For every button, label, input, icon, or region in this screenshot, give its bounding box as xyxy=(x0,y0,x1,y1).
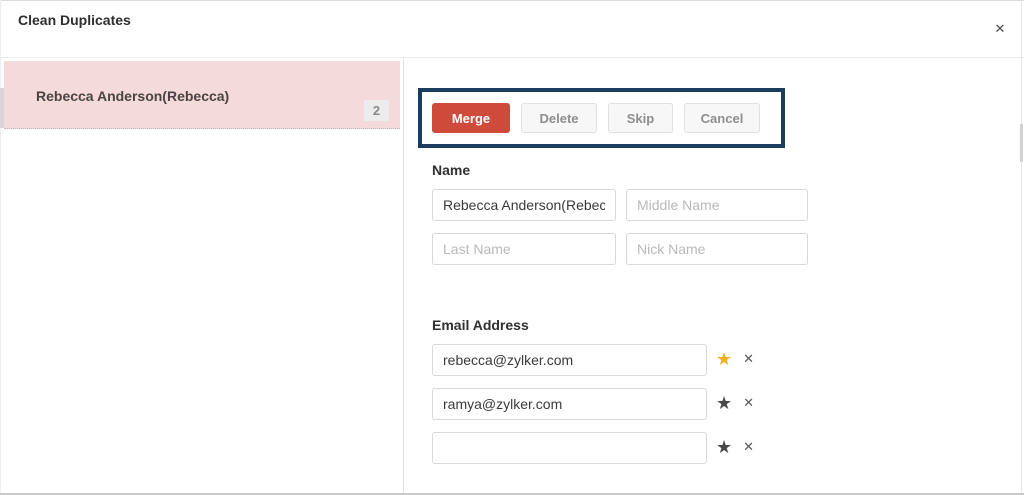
dialog-left-border xyxy=(0,0,1,493)
right-scrollbar-thumb[interactable] xyxy=(1020,124,1023,162)
duplicate-count-badge: 2 xyxy=(364,100,389,121)
left-scrollbar-thumb[interactable] xyxy=(0,88,4,128)
email-input[interactable] xyxy=(432,432,707,464)
dialog-right-border xyxy=(1021,0,1022,493)
email-section-label: Email Address xyxy=(432,317,529,333)
clean-duplicates-dialog: Clean Duplicates ✕ Rebecca Anderson(Rebe… xyxy=(0,0,1024,495)
email-input[interactable] xyxy=(432,344,707,376)
cancel-button[interactable]: Cancel xyxy=(684,103,760,133)
remove-email-icon[interactable]: ✕ xyxy=(743,432,754,464)
panel-divider xyxy=(403,58,404,493)
close-icon[interactable]: ✕ xyxy=(988,18,1012,42)
dialog-top-border xyxy=(0,0,1024,1)
name-section-label: Name xyxy=(432,162,470,178)
page-title: Clean Duplicates xyxy=(18,12,131,28)
header-divider xyxy=(0,57,1024,58)
email-row: ★ ✕ xyxy=(432,432,754,464)
email-row: ★ ✕ xyxy=(432,344,754,376)
primary-email-star-icon[interactable]: ★ xyxy=(716,344,732,376)
primary-email-star-icon[interactable]: ★ xyxy=(716,432,732,464)
email-input[interactable] xyxy=(432,388,707,420)
action-buttons-highlight: Merge Delete Skip Cancel xyxy=(418,88,785,148)
middle-name-input[interactable] xyxy=(626,189,808,221)
delete-button[interactable]: Delete xyxy=(521,103,597,133)
remove-email-icon[interactable]: ✕ xyxy=(743,388,754,420)
duplicate-list-item[interactable]: Rebecca Anderson(Rebecca) 2 xyxy=(4,61,400,129)
skip-button[interactable]: Skip xyxy=(608,103,673,133)
first-name-input[interactable] xyxy=(432,189,616,221)
nick-name-input[interactable] xyxy=(626,233,808,265)
email-row: ★ ✕ xyxy=(432,388,754,420)
last-name-input[interactable] xyxy=(432,233,616,265)
merge-button[interactable]: Merge xyxy=(432,103,510,133)
remove-email-icon[interactable]: ✕ xyxy=(743,344,754,376)
duplicate-record-name: Rebecca Anderson(Rebecca) xyxy=(36,88,229,104)
primary-email-star-icon[interactable]: ★ xyxy=(716,388,732,420)
